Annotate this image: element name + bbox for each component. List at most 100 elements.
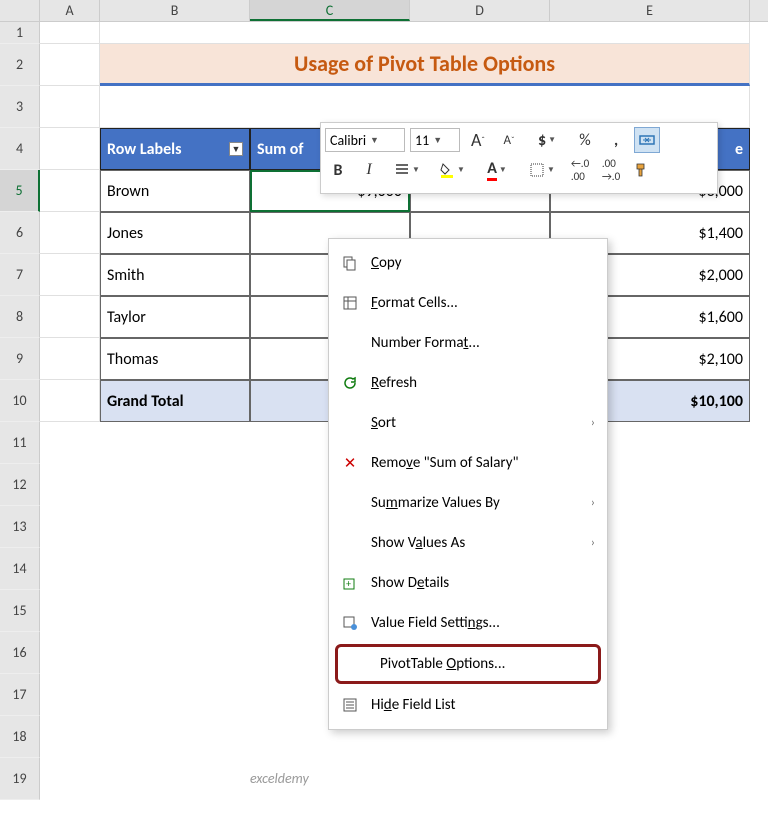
mini-toolbar: Calibri ▼ 11▼ Aˆ Aˇ $▼ % , B I ▼ ▼ A▼ ▼ ←… [320, 122, 718, 194]
row-header-6[interactable]: 6 [0, 212, 40, 254]
cell-a1[interactable] [40, 22, 100, 44]
cm-refresh[interactable]: Refresh [329, 363, 607, 403]
cell-a5[interactable] [40, 170, 100, 212]
chevron-down-icon: ▼ [547, 165, 555, 175]
format-cells-icon [341, 294, 359, 312]
remove-icon: ✕ [341, 454, 359, 472]
row-header-col: 1 2 3 4 5 6 7 8 9 10 11 12 13 14 15 16 1… [0, 22, 40, 800]
align-icon [394, 162, 410, 178]
row-header-15[interactable]: 15 [0, 590, 40, 632]
filter-dropdown-icon[interactable]: ▼ [229, 142, 243, 156]
row-header-14[interactable]: 14 [0, 548, 40, 590]
cm-pivottable-options[interactable]: PivotTable Options... [335, 644, 601, 684]
row-header-11[interactable]: 11 [0, 422, 40, 464]
cm-label: Remove "Sum of Salary" [371, 454, 595, 472]
cm-label: Refresh [371, 374, 595, 392]
font-color-button[interactable]: A▼ [477, 157, 517, 183]
cell-b6[interactable]: Jones [100, 212, 250, 254]
increase-font-button[interactable]: Aˆ [465, 127, 491, 153]
italic-button[interactable]: I [356, 157, 382, 183]
cm-value-field-settings[interactable]: Value Field Settings... [329, 603, 607, 643]
row-header-12[interactable]: 12 [0, 464, 40, 506]
row-header-8[interactable]: 8 [0, 296, 40, 338]
header-row-labels[interactable]: Row Labels ▼ [100, 128, 250, 170]
decrease-font-button[interactable]: Aˇ [496, 127, 522, 153]
cell-a2[interactable] [40, 44, 100, 86]
title-banner: Usage of Pivot Table Options [100, 44, 750, 86]
fill-icon [439, 162, 455, 178]
caret-down-icon: ˇ [511, 135, 515, 146]
row-header-7[interactable]: 7 [0, 254, 40, 296]
header-text: Row Labels [107, 140, 181, 159]
row-header-4[interactable]: 4 [0, 128, 40, 170]
cell-b9[interactable]: Thomas [100, 338, 250, 380]
cm-summarize[interactable]: Summarize Values By › [329, 483, 607, 523]
row-header-5[interactable]: 5 [0, 170, 40, 212]
bold-button[interactable]: B [325, 157, 351, 183]
cm-number-format[interactable]: Number Format... [329, 323, 607, 363]
row-header-18[interactable]: 18 [0, 716, 40, 758]
cell-a4[interactable] [40, 128, 100, 170]
chevron-down-icon: ▼ [548, 135, 556, 145]
cell-a3[interactable] [40, 86, 100, 128]
fill-color-button[interactable]: ▼ [432, 157, 472, 183]
row-header-3[interactable]: 3 [0, 86, 40, 128]
increase-decimal-button[interactable]: ←.0.00 [567, 157, 593, 183]
format-painter-button[interactable] [629, 157, 655, 183]
row-header-10[interactable]: 10 [0, 380, 40, 422]
cm-sort[interactable]: Sort › [329, 403, 607, 443]
row-header-19[interactable]: 19 [0, 758, 40, 800]
cm-label: Show Values As [371, 534, 579, 552]
merge-icon[interactable] [634, 127, 660, 153]
cm-hide-field-list[interactable]: Hide Field List [329, 685, 607, 725]
decrease-decimal-button[interactable]: .00→.0 [598, 157, 624, 183]
select-all-box[interactable] [0, 0, 40, 21]
cell-a9[interactable] [40, 338, 100, 380]
font-name-value: Calibri [330, 132, 366, 149]
blank-icon [341, 334, 359, 352]
col-header-e[interactable]: E [550, 0, 750, 21]
percent-format-button[interactable]: % [572, 127, 598, 153]
cell-b7[interactable]: Smith [100, 254, 250, 296]
cm-label: Hide Field List [371, 696, 595, 714]
comma-format-button[interactable]: , [603, 127, 629, 153]
watermark: exceldemy [250, 770, 309, 787]
row-header-2[interactable]: 2 [0, 44, 40, 86]
chevron-down-icon: ▼ [370, 135, 379, 146]
cm-show-details[interactable]: + Show Details [329, 563, 607, 603]
blank-icon [341, 534, 359, 552]
settings-icon [341, 614, 359, 632]
cm-label: Show Details [371, 574, 595, 592]
col-header-d[interactable]: D [410, 0, 550, 21]
cm-format-cells[interactable]: Format Cells... [329, 283, 607, 323]
cm-remove[interactable]: ✕ Remove "Sum of Salary" [329, 443, 607, 483]
refresh-icon [341, 374, 359, 392]
col-header-c[interactable]: C [250, 0, 410, 21]
chevron-right-icon: › [591, 536, 595, 550]
currency-format-button[interactable]: $▼ [527, 127, 567, 153]
font-name-select[interactable]: Calibri ▼ [325, 128, 405, 152]
col-header-a[interactable]: A [40, 0, 100, 21]
row-header-16[interactable]: 16 [0, 632, 40, 674]
cell-b10-grandtotal[interactable]: Grand Total [100, 380, 250, 422]
cell-b5[interactable]: Brown [100, 170, 250, 212]
col-header-b[interactable]: B [100, 0, 250, 21]
cm-show-values-as[interactable]: Show Values As › [329, 523, 607, 563]
cell-b8[interactable]: Taylor [100, 296, 250, 338]
font-size-select[interactable]: 11▼ [410, 128, 460, 152]
row-header-17[interactable]: 17 [0, 674, 40, 716]
show-details-icon: + [341, 574, 359, 592]
cell-a8[interactable] [40, 296, 100, 338]
row-header-9[interactable]: 9 [0, 338, 40, 380]
blank-icon [341, 414, 359, 432]
cm-copy[interactable]: Copy [329, 243, 607, 283]
borders-button[interactable]: ▼ [522, 157, 562, 183]
cell-a6[interactable] [40, 212, 100, 254]
cell-a7[interactable] [40, 254, 100, 296]
cell-a10[interactable] [40, 380, 100, 422]
row-header-1[interactable]: 1 [0, 22, 40, 44]
cm-label: PivotTable Options... [380, 655, 586, 673]
cell-b1[interactable] [100, 22, 750, 44]
row-header-13[interactable]: 13 [0, 506, 40, 548]
align-button[interactable]: ▼ [387, 157, 427, 183]
